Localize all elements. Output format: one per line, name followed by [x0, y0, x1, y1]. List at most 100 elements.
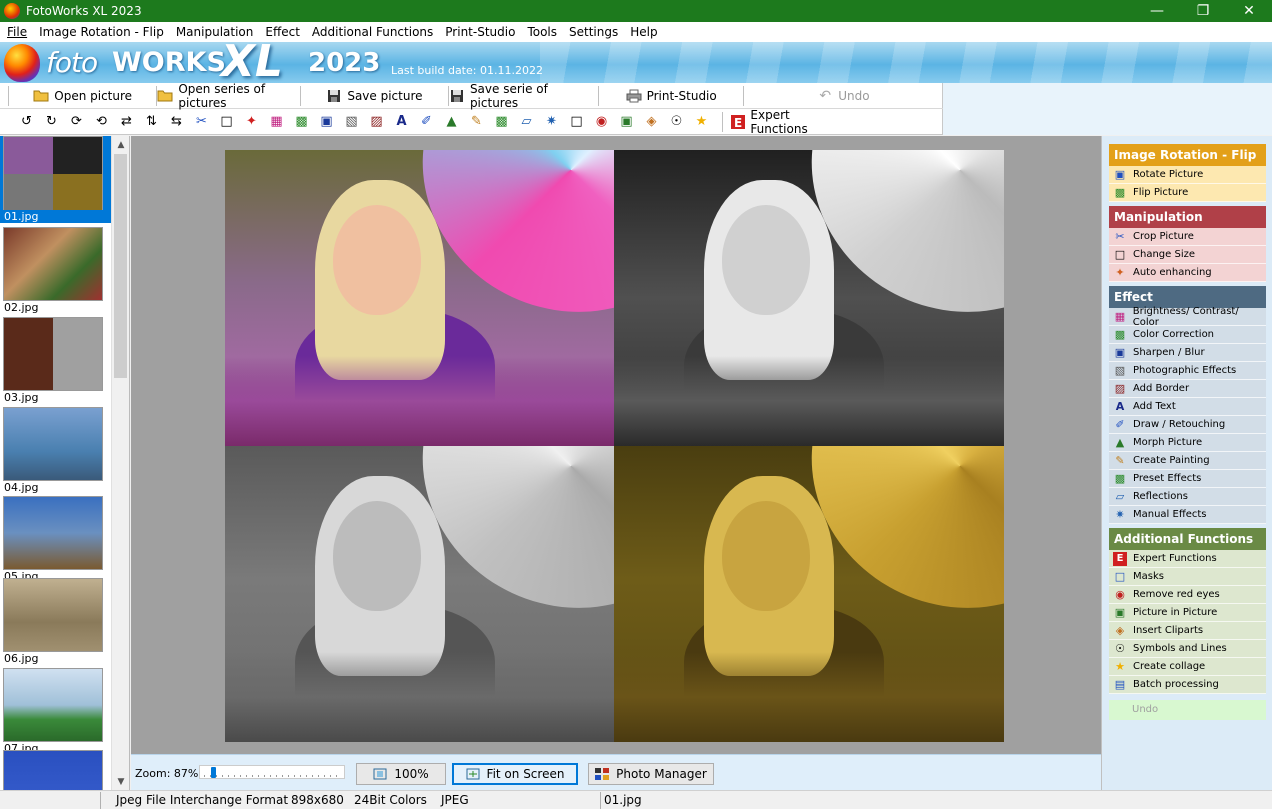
photo-effects-icon[interactable]: ▧: [339, 111, 364, 133]
thumbnail-item[interactable]: 01.jpg: [0, 136, 111, 223]
panel-item-expert-functions[interactable]: E Expert Functions: [1109, 550, 1266, 568]
save-picture-button[interactable]: Save picture: [301, 85, 448, 107]
rotate-cw-icon[interactable]: ⟳: [64, 111, 89, 133]
photo-manager-button[interactable]: Photo Manager: [588, 763, 714, 785]
menu-help[interactable]: Help: [624, 22, 663, 42]
menu-effect[interactable]: Effect: [259, 22, 306, 42]
thumbnail-item[interactable]: 06.jpg: [3, 578, 105, 665]
color-correction-icon[interactable]: ▩: [289, 111, 314, 133]
symbols-icon[interactable]: ☉: [664, 111, 689, 133]
menu-additional-functions[interactable]: Additional Functions: [306, 22, 439, 42]
menu-manipulation[interactable]: Manipulation: [170, 22, 260, 42]
menu-settings[interactable]: Settings: [563, 22, 624, 42]
menu-file[interactable]: File: [1, 22, 33, 42]
manual-effects-icon[interactable]: ✷: [539, 111, 564, 133]
masks-icon[interactable]: □: [564, 111, 589, 133]
thumbnail-label: 06.jpg: [4, 652, 39, 665]
panel-item-preset-effects[interactable]: ▩ Preset Effects: [1109, 470, 1266, 488]
panel-item-color-correction[interactable]: ▩ Color Correction: [1109, 326, 1266, 344]
thumbnail-scrollbar[interactable]: ▲ ▼: [111, 136, 129, 790]
undo-button[interactable]: ↶ Undo: [744, 85, 943, 107]
close-button[interactable]: ✕: [1226, 0, 1272, 22]
panel-item-insert-cliparts[interactable]: ◈ Insert Cliparts: [1109, 622, 1266, 640]
thumbnail-label: 03.jpg: [4, 391, 39, 404]
panel-item-photographic-effects[interactable]: ▧ Photographic Effects: [1109, 362, 1266, 380]
thumbnail-item[interactable]: 03.jpg: [3, 317, 105, 404]
preset-effects-icon[interactable]: ▩: [489, 111, 514, 133]
panel-item-auto-enhancing[interactable]: ✦ Auto enhancing: [1109, 264, 1266, 282]
panel-item-create-painting[interactable]: ✎ Create Painting: [1109, 452, 1266, 470]
collage-icon[interactable]: ★: [689, 111, 714, 133]
panel-item-picture-in-picture[interactable]: ▣ Picture in Picture: [1109, 604, 1266, 622]
border-icon[interactable]: ▨: [364, 111, 389, 133]
thumbnail-item[interactable]: [3, 750, 105, 790]
menu-image-rotation[interactable]: Image Rotation - Flip: [33, 22, 170, 42]
panel-item-manual-effects[interactable]: ✷ Manual Effects: [1109, 506, 1266, 524]
flip-vertical-icon[interactable]: ⇅: [139, 111, 164, 133]
scrollbar-thumb[interactable]: [114, 154, 127, 378]
painting-icon[interactable]: ✎: [464, 111, 489, 133]
minimize-button[interactable]: —: [1134, 0, 1180, 22]
open-picture-button[interactable]: Open picture: [9, 85, 156, 107]
zoom-slider[interactable]: [199, 765, 345, 779]
thumbnail-item[interactable]: 07.jpg: [3, 668, 105, 755]
panel-item-batch-processing[interactable]: ▤ Batch processing: [1109, 676, 1266, 694]
resize-icon[interactable]: □: [214, 111, 239, 133]
maximize-button[interactable]: ❐: [1180, 0, 1226, 22]
rotate-ccw-icon[interactable]: ⟲: [89, 111, 114, 133]
panel-item-add-border[interactable]: ▨ Add Border: [1109, 380, 1266, 398]
rotate-90-icon[interactable]: ↻: [39, 111, 64, 133]
thumbnail-item[interactable]: 05.jpg: [3, 496, 105, 583]
panel-item-crop-picture[interactable]: ✂ Crop Picture: [1109, 228, 1266, 246]
brightness-icon[interactable]: ▦: [264, 111, 289, 133]
crop-icon[interactable]: ✂: [189, 111, 214, 133]
thumbnail-image: [3, 578, 103, 652]
flip-horizontal-icon[interactable]: ⇄: [114, 111, 139, 133]
scroll-up-icon[interactable]: ▲: [112, 136, 129, 153]
toolbars: Open picture Open series of pictures Sav…: [0, 82, 943, 136]
open-series-button[interactable]: Open series of pictures: [157, 82, 299, 110]
rotate-left-icon[interactable]: ↺: [14, 111, 39, 133]
image-canvas[interactable]: [131, 136, 1101, 754]
red-eye-icon[interactable]: ◉: [589, 111, 614, 133]
folder-icon: [157, 89, 173, 103]
panel-item-symbols-lines[interactable]: ☉ Symbols and Lines: [1109, 640, 1266, 658]
flip-icon[interactable]: ⇆: [164, 111, 189, 133]
panel-item-rotate-picture[interactable]: ▣ Rotate Picture: [1109, 166, 1266, 184]
morph-icon[interactable]: ▲: [439, 111, 464, 133]
thumbnail-item[interactable]: 02.jpg: [3, 227, 105, 314]
picture-in-picture-icon: ▣: [1114, 606, 1126, 619]
panel-item-masks[interactable]: □ Masks: [1109, 568, 1266, 586]
picture-in-picture-icon[interactable]: ▣: [614, 111, 639, 133]
text-icon[interactable]: A: [389, 111, 414, 133]
preset-effects-icon: ▩: [1114, 472, 1126, 485]
panel-item-change-size[interactable]: □ Change Size: [1109, 246, 1266, 264]
draw-icon[interactable]: ✐: [414, 111, 439, 133]
fit-on-screen-button[interactable]: Fit on Screen: [452, 763, 578, 785]
panel-item-morph-picture[interactable]: ▲ Morph Picture: [1109, 434, 1266, 452]
reflections-icon[interactable]: ▱: [514, 111, 539, 133]
menu-print-studio[interactable]: Print-Studio: [439, 22, 521, 42]
auto-enhance-icon[interactable]: ✦: [239, 111, 264, 133]
print-studio-button[interactable]: Print-Studio: [599, 85, 742, 107]
expert-functions-button[interactable]: E Expert Functions: [731, 108, 841, 136]
zoom-100-button[interactable]: 100%: [356, 763, 446, 785]
save-series-button[interactable]: Save serie of pictures: [449, 82, 598, 110]
panel-item-remove-red-eyes[interactable]: ◉ Remove red eyes: [1109, 586, 1266, 604]
panel-item-brightness[interactable]: ▦ Brightness/ Contrast/ Color: [1109, 306, 1266, 328]
thumbnail-image: [3, 317, 103, 391]
status-divider: [100, 792, 101, 809]
menu-tools[interactable]: Tools: [521, 22, 563, 42]
panel-item-draw-retouching[interactable]: ✐ Draw / Retouching: [1109, 416, 1266, 434]
panel-item-flip-picture[interactable]: ▩ Flip Picture: [1109, 184, 1266, 202]
scroll-down-icon[interactable]: ▼: [112, 773, 129, 790]
panel-item-create-collage[interactable]: ★ Create collage: [1109, 658, 1266, 676]
thumbnail-item[interactable]: 04.jpg: [3, 407, 105, 494]
panel-item-sharpen-blur[interactable]: ▣ Sharpen / Blur: [1109, 344, 1266, 362]
panel-item-reflections[interactable]: ▱ Reflections: [1109, 488, 1266, 506]
cliparts-icon[interactable]: ◈: [639, 111, 664, 133]
panel-undo-button[interactable]: Undo: [1109, 700, 1266, 720]
sharpen-icon[interactable]: ▣: [314, 111, 339, 133]
panel-item-add-text[interactable]: A Add Text: [1109, 398, 1266, 416]
zoom-slider-knob[interactable]: [211, 767, 216, 778]
